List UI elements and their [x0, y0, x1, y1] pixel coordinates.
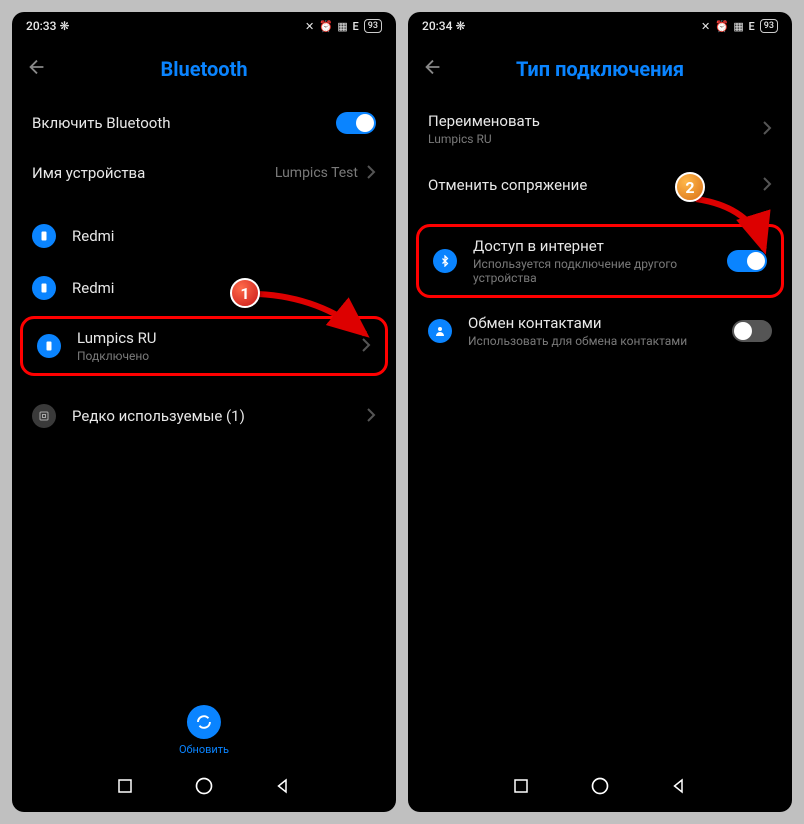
bluetooth-toggle-row[interactable]: Включить Bluetooth	[12, 98, 396, 148]
chevron-right-icon	[366, 407, 376, 426]
back-button[interactable]	[274, 777, 292, 799]
status-indicators: ✕ ⏰ ▦ E 93	[305, 19, 382, 33]
step-1-badge: 1	[230, 278, 260, 308]
rename-label: Переименовать	[428, 112, 762, 130]
status-bar: 20:33 ❋ ✕ ⏰ ▦ E 93	[12, 12, 396, 40]
device-label: Redmi	[72, 227, 376, 245]
status-indicators: ✕ ⏰ ▦ E 93	[701, 19, 778, 33]
rare-icon	[32, 404, 56, 428]
recents-button[interactable]	[512, 777, 530, 799]
unpair-row[interactable]: Отменить сопряжение	[408, 160, 792, 210]
back-button[interactable]	[670, 777, 688, 799]
contacts-toggle[interactable]	[732, 320, 772, 342]
rare-label: Редко используемые (1)	[72, 407, 366, 425]
highlighted-internet: Доступ в интернет Используется подключен…	[416, 224, 784, 298]
connected-device-row[interactable]: Lumpics RU Подключено	[23, 319, 385, 373]
refresh-label: Обновить	[179, 743, 229, 756]
battery-icon: 93	[364, 19, 382, 33]
highlighted-device: Lumpics RU Подключено	[20, 316, 388, 376]
right-screen: 20:34 ❋ ✕ ⏰ ▦ E 93 Тип подключения Переи…	[408, 12, 792, 812]
internet-toggle[interactable]	[727, 250, 767, 272]
recents-button[interactable]	[116, 777, 134, 799]
home-button[interactable]	[590, 776, 610, 800]
left-screen: 20:33 ❋ ✕ ⏰ ▦ E 93 Bluetooth Включить Bl…	[12, 12, 396, 812]
back-icon[interactable]	[422, 56, 444, 82]
phone-icon	[32, 224, 56, 248]
internet-access-row[interactable]: Доступ в интернет Используется подключен…	[419, 227, 781, 295]
content-area: Включить Bluetooth Имя устройства Lumpic…	[12, 98, 396, 764]
rename-sub: Lumpics RU	[428, 132, 762, 146]
connected-device-status: Подключено	[77, 349, 361, 363]
battery-icon: 93	[760, 19, 778, 33]
contacts-row[interactable]: Обмен контактами Использовать для обмена…	[408, 300, 792, 362]
step-2-badge: 2	[675, 172, 705, 202]
bluetooth-toggle[interactable]	[336, 112, 376, 134]
contacts-label: Обмен контактами	[468, 314, 732, 332]
header: Bluetooth	[12, 40, 396, 98]
device-row[interactable]: Redmi	[12, 262, 396, 314]
page-title: Тип подключения	[516, 57, 684, 81]
contact-icon	[428, 319, 452, 343]
rename-row[interactable]: Переименовать Lumpics RU	[408, 98, 792, 160]
device-name-row[interactable]: Имя устройства Lumpics Test	[12, 148, 396, 198]
internet-sub: Используется подключение другого устройс…	[473, 257, 727, 285]
chevron-right-icon	[361, 337, 371, 356]
toggle-label: Включить Bluetooth	[32, 114, 336, 132]
content-area: Переименовать Lumpics RU Отменить сопряж…	[408, 98, 792, 764]
nav-bar	[12, 764, 396, 812]
back-icon[interactable]	[26, 56, 48, 82]
chevron-right-icon	[366, 164, 376, 183]
phone-icon	[37, 334, 61, 358]
status-bar: 20:34 ❋ ✕ ⏰ ▦ E 93	[408, 12, 792, 40]
bluetooth-icon	[433, 249, 457, 273]
nav-bar	[408, 764, 792, 812]
contacts-sub: Использовать для обмена контактами	[468, 334, 732, 348]
connected-device-name: Lumpics RU	[77, 329, 361, 347]
header: Тип подключения	[408, 40, 792, 98]
status-time: 20:34 ❋	[422, 19, 466, 33]
device-row[interactable]: Redmi	[12, 210, 396, 262]
device-label: Redmi	[72, 279, 376, 297]
refresh-icon[interactable]	[187, 705, 221, 739]
internet-label: Доступ в интернет	[473, 237, 727, 255]
chevron-right-icon	[762, 176, 772, 195]
device-name-label: Имя устройства	[32, 164, 275, 182]
device-name-value: Lumpics Test	[275, 165, 358, 181]
phone-icon	[32, 276, 56, 300]
rare-devices-row[interactable]: Редко используемые (1)	[12, 390, 396, 442]
status-time: 20:33 ❋	[26, 19, 70, 33]
page-title: Bluetooth	[160, 57, 247, 81]
refresh-control[interactable]: Обновить	[179, 705, 229, 756]
chevron-right-icon	[762, 120, 772, 139]
home-button[interactable]	[194, 776, 214, 800]
unpair-label: Отменить сопряжение	[428, 176, 762, 194]
